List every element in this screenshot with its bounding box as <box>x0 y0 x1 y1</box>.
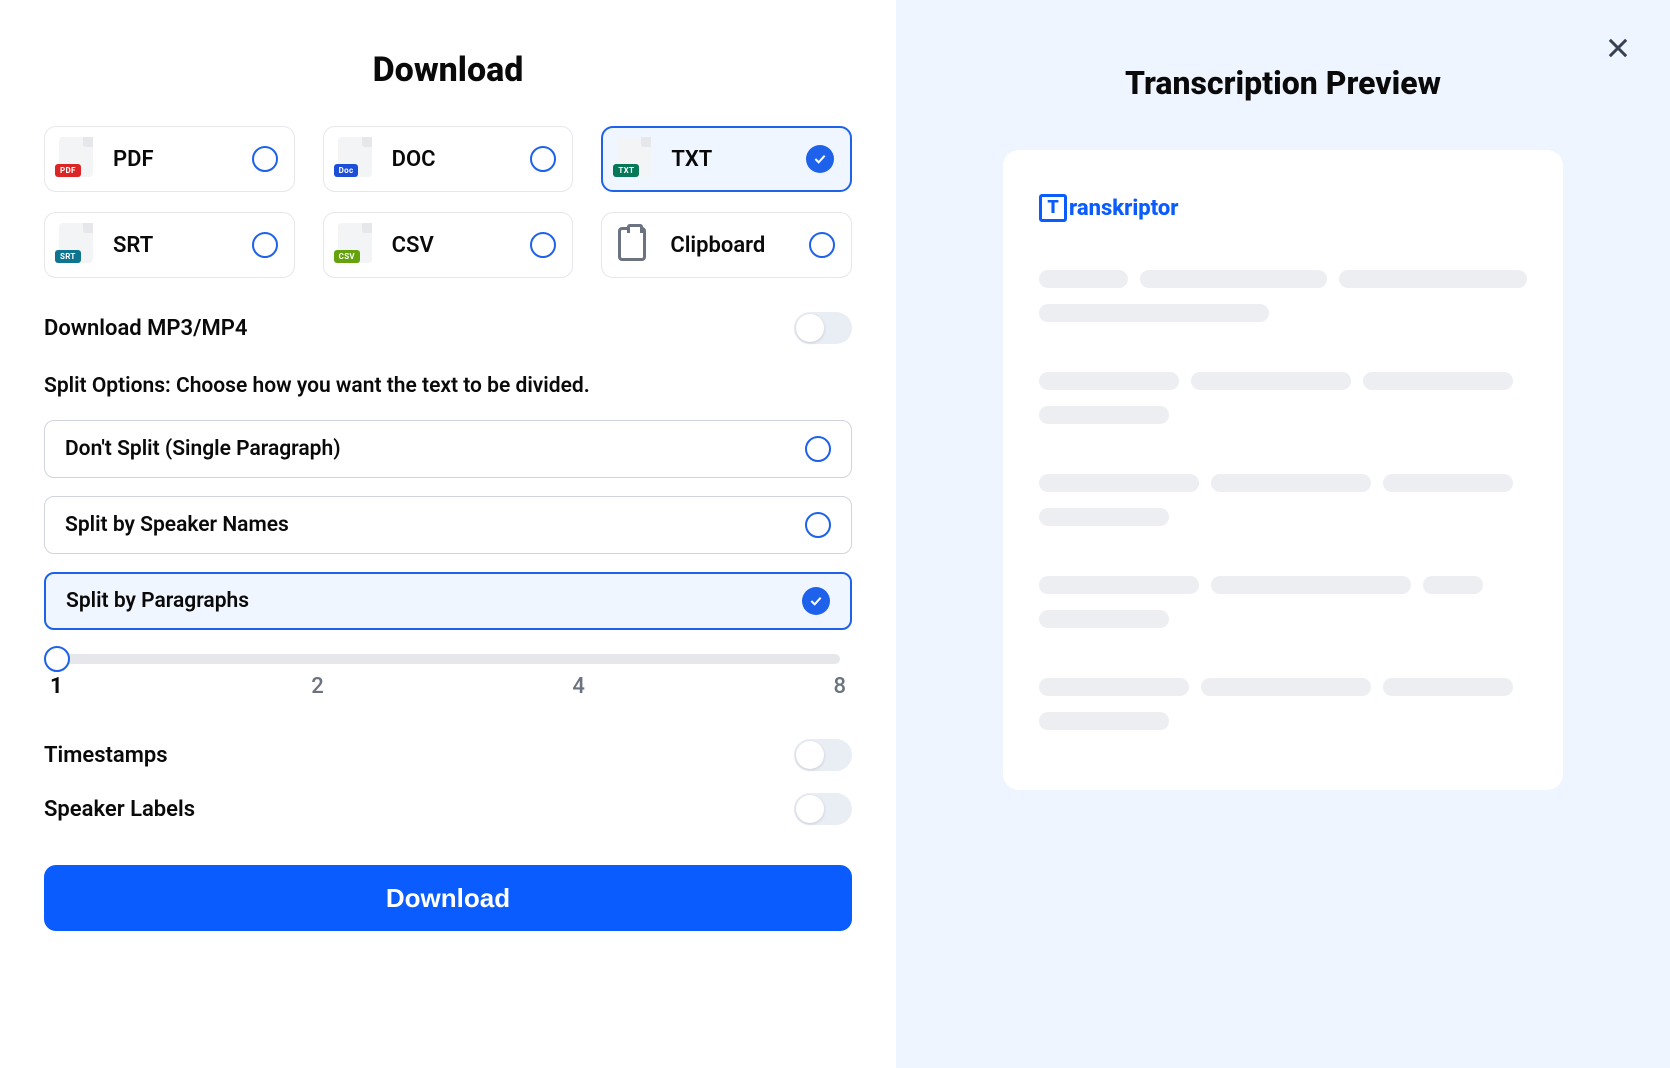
page-title: Download <box>44 50 852 90</box>
split-option-0[interactable]: Don't Split (Single Paragraph) <box>44 420 852 478</box>
radio-ring-icon <box>809 232 835 258</box>
skeleton-bar <box>1039 474 1199 492</box>
paragraph-slider: 1 2 4 8 <box>44 654 852 699</box>
slider-tick: 1 <box>50 674 63 699</box>
skeleton-bar <box>1339 270 1527 288</box>
format-label: DOC <box>392 147 531 172</box>
format-label: CSV <box>392 233 531 258</box>
brand-t-icon: T <box>1039 194 1067 222</box>
txt-icon: TXT <box>613 137 657 181</box>
format-grid: PDF PDF Doc DOC TXT TXT SRT SRT CSV CSV Clipboard <box>44 126 852 278</box>
skeleton-bar <box>1383 474 1513 492</box>
split-heading: Split Options: Choose how you want the t… <box>44 374 852 398</box>
skeleton-bar <box>1039 678 1189 696</box>
format-label: SRT <box>113 233 252 258</box>
skeleton-bar <box>1363 372 1513 390</box>
skeleton-bar <box>1039 304 1269 322</box>
csv-icon: CSV <box>334 223 378 267</box>
format-card-srt[interactable]: SRT SRT <box>44 212 295 278</box>
slider-tick: 8 <box>833 674 846 699</box>
skeleton-bar <box>1383 678 1513 696</box>
preview-panel: Transcription Preview T ranskriptor <box>896 0 1670 1068</box>
preview-card: T ranskriptor <box>1003 150 1563 790</box>
slider-track[interactable] <box>56 654 840 664</box>
radio-checked-icon <box>802 587 830 615</box>
format-label: Clipboard <box>670 233 809 258</box>
skeleton-bar <box>1039 406 1169 424</box>
skeleton-bar <box>1201 678 1371 696</box>
brand-logo: T ranskriptor <box>1039 194 1527 222</box>
skeleton-bar <box>1039 270 1128 288</box>
timestamps-toggle[interactable] <box>794 739 852 771</box>
mp3-label: Download MP3/MP4 <box>44 316 247 341</box>
skeleton-bar <box>1191 372 1351 390</box>
format-card-clipboard[interactable]: Clipboard <box>601 212 852 278</box>
split-option-label: Split by Speaker Names <box>65 513 289 537</box>
radio-ring-icon <box>252 146 278 172</box>
split-option-label: Don't Split (Single Paragraph) <box>65 437 341 461</box>
format-label: PDF <box>113 147 252 172</box>
skeleton-paragraph <box>1039 576 1527 628</box>
speakers-toggle[interactable] <box>794 793 852 825</box>
skeleton-bar <box>1039 712 1169 730</box>
slider-ticks: 1 2 4 8 <box>44 664 852 699</box>
download-button[interactable]: Download <box>44 865 852 931</box>
preview-title: Transcription Preview <box>1125 64 1441 102</box>
srt-icon: SRT <box>55 223 99 267</box>
mp3-toggle-row: Download MP3/MP4 <box>44 312 852 344</box>
doc-icon: Doc <box>334 137 378 181</box>
skeleton-bar <box>1039 576 1199 594</box>
close-icon[interactable] <box>1604 34 1632 62</box>
radio-ring-icon <box>252 232 278 258</box>
slider-tick: 4 <box>572 674 585 699</box>
skeleton-bar <box>1423 576 1483 594</box>
radio-ring-icon <box>530 232 556 258</box>
split-option-2[interactable]: Split by Paragraphs <box>44 572 852 630</box>
slider-thumb[interactable] <box>44 646 70 672</box>
skeleton-bar <box>1140 270 1328 288</box>
download-panel: Download PDFPDFDocDOCTXTTXTSRTSRTCSVCSVC… <box>0 0 896 1068</box>
format-card-txt[interactable]: TXT TXT <box>601 126 852 192</box>
format-card-csv[interactable]: CSV CSV <box>323 212 574 278</box>
brand-text: ranskriptor <box>1069 196 1178 221</box>
format-card-pdf[interactable]: PDF PDF <box>44 126 295 192</box>
split-options: Don't Split (Single Paragraph) Split by S… <box>44 420 852 648</box>
radio-ring-icon <box>805 436 831 462</box>
timestamps-row: Timestamps <box>44 739 852 771</box>
radio-ring-icon <box>530 146 556 172</box>
skeleton-bar <box>1211 576 1411 594</box>
clipboard-icon <box>612 223 656 267</box>
skeleton-bar <box>1039 372 1179 390</box>
split-option-label: Split by Paragraphs <box>66 589 249 613</box>
skeleton-bar <box>1211 474 1371 492</box>
split-option-1[interactable]: Split by Speaker Names <box>44 496 852 554</box>
skeleton-bar <box>1039 610 1169 628</box>
pdf-icon: PDF <box>55 137 99 181</box>
speakers-label: Speaker Labels <box>44 797 195 822</box>
radio-checked-icon <box>806 145 834 173</box>
skeleton-paragraph <box>1039 474 1527 526</box>
mp3-toggle[interactable] <box>794 312 852 344</box>
skeleton-paragraph <box>1039 270 1527 322</box>
slider-tick: 2 <box>311 674 324 699</box>
format-card-doc[interactable]: Doc DOC <box>323 126 574 192</box>
skeleton-bar <box>1039 508 1169 526</box>
speakers-row: Speaker Labels <box>44 793 852 825</box>
skeleton-paragraph <box>1039 372 1527 424</box>
format-label: TXT <box>671 147 806 172</box>
radio-ring-icon <box>805 512 831 538</box>
skeleton-paragraph <box>1039 678 1527 730</box>
timestamps-label: Timestamps <box>44 743 168 768</box>
